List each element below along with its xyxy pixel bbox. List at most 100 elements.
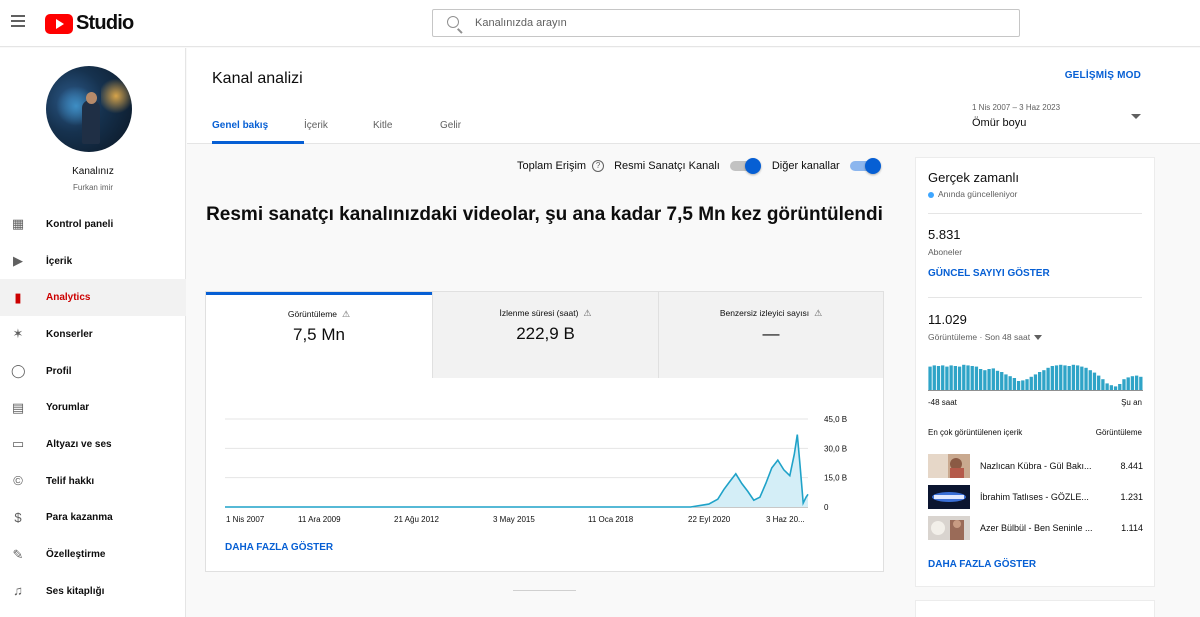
analytics-tabs: Genel bakış İçerik Kitle Gelir — [212, 120, 480, 144]
realtime-bar — [1105, 383, 1109, 390]
realtime-bar — [1139, 376, 1143, 390]
show-live-count-button[interactable]: GÜNCEL SAYIYI GÖSTER — [928, 268, 1050, 279]
analytics-header: Kanal analizi GELİŞMİŞ MOD Genel bakış İ… — [187, 48, 1200, 144]
other-channels-toggle[interactable] — [849, 158, 881, 174]
sidebar-item-subtitles[interactable]: ▭ Altyazı ve ses — [0, 426, 186, 463]
sidebar-item-label: Konserler — [46, 328, 93, 340]
search-box[interactable] — [432, 9, 1020, 37]
sidebar-item-customization[interactable]: ✎ Özelleştirme — [0, 536, 186, 573]
sidebar-item-label: Ses kitaplığı — [46, 585, 105, 597]
customization-icon: ✎ — [12, 546, 24, 562]
search-input[interactable] — [475, 13, 1005, 33]
divider — [928, 297, 1142, 298]
youtube-studio-logo[interactable]: Studio — [45, 12, 134, 35]
sidebar-item-content[interactable]: ▶ İçerik — [0, 243, 186, 280]
top-content-item[interactable]: İbrahim Tatlıses - GÖZLE... 1.231 — [928, 485, 1143, 509]
youtube-logo-icon — [45, 13, 73, 34]
realtime-bar — [1029, 376, 1033, 390]
realtime-bar — [949, 365, 953, 390]
realtime-bar — [1071, 364, 1076, 390]
realtime-bar — [1038, 372, 1042, 390]
divider — [513, 590, 576, 591]
content-icon: ▶ — [13, 253, 23, 269]
realtime-bar — [1097, 375, 1101, 390]
sidebar-nav: ▦ Kontrol paneli ▶ İçerik ▮ Analytics ✶ … — [0, 206, 186, 610]
sidebar-item-monetization[interactable]: $ Para kazanma — [0, 500, 186, 537]
tab-overview[interactable]: Genel bakış — [212, 120, 304, 144]
sidebar-item-label: Altyazı ve ses — [46, 438, 112, 450]
realtime-bar-chart[interactable] — [928, 360, 1143, 390]
copyright-icon: © — [13, 473, 23, 489]
realtime-bar — [966, 365, 970, 390]
views-chart[interactable]: 45,0 B 30,0 B 15,0 B 0 1 Nis 2007 11 Ara 2009… — [206, 402, 883, 532]
tab-audience[interactable]: Kitle — [373, 120, 440, 144]
metric-label: İzlenme süresi (saat) — [499, 308, 579, 318]
overview-card: Görüntüleme ⚠ 7,5 Mn İzlenme süresi (saat… — [205, 291, 884, 572]
metric-unique-viewers[interactable]: Benzersiz izleyici sayısı ⚠ — — [658, 292, 883, 378]
sidebar-item-label: Kontrol paneli — [46, 218, 114, 230]
official-artist-toggle[interactable] — [729, 158, 761, 174]
subscriber-label: Aboneler — [928, 247, 963, 257]
realtime-bar — [1092, 372, 1097, 390]
sidebar-item-label: Analytics — [46, 292, 91, 304]
realtime-bar — [974, 366, 979, 390]
sidebar-item-analytics[interactable]: ▮ Analytics — [0, 279, 186, 317]
sidebar-item-label: Özelleştirme — [46, 549, 106, 561]
show-more-top-content-button[interactable]: DAHA FAZLA GÖSTER — [928, 559, 1036, 570]
realtime-bar — [1084, 367, 1088, 390]
tab-revenue[interactable]: Gelir — [440, 120, 480, 144]
page-title: Kanal analizi — [212, 70, 303, 87]
bar-axis — [928, 390, 1143, 391]
realtime-bar — [1025, 379, 1029, 390]
top-bar: Studio — [0, 0, 1200, 47]
date-dropdown-icon[interactable] — [1131, 114, 1141, 119]
date-range-label[interactable]: Ömür boyu — [972, 117, 1026, 129]
sidebar-item-concerts[interactable]: ✶ Konserler — [0, 316, 186, 353]
metric-watch-time[interactable]: İzlenme süresi (saat) ⚠ 222,9 B — [432, 292, 658, 378]
date-range-text[interactable]: 1 Nis 2007 – 3 Haz 2023 — [972, 103, 1060, 112]
x-tick-label: 11 Oca 2018 — [588, 515, 634, 524]
realtime-bar — [1012, 378, 1017, 390]
sidebar-item-label: Telif hakkı — [46, 475, 95, 487]
realtime-bar — [983, 370, 987, 390]
realtime-bar — [1134, 375, 1139, 390]
top-content-item[interactable]: Nazlıcan Kübra - Gül Bakı... 8.441 — [928, 454, 1143, 478]
sidebar-item-profile[interactable]: ◯ Profil — [0, 353, 186, 390]
metric-value: 7,5 Mn — [293, 325, 345, 344]
realtime-views-dropdown[interactable]: Görüntüleme · Son 48 saat — [928, 332, 1043, 342]
metric-views[interactable]: Görüntüleme ⚠ 7,5 Mn — [206, 292, 432, 378]
realtime-bar — [945, 366, 949, 390]
live-dot-icon — [928, 191, 934, 198]
video-thumbnail — [928, 485, 970, 509]
sidebar-item-audio-library[interactable]: ♫ Ses kitaplığı — [0, 573, 186, 610]
sidebar-item-copyright[interactable]: © Telif hakkı — [0, 463, 186, 500]
warning-icon: ⚠ — [814, 308, 823, 318]
realtime-subtitle: Anında güncelleniyor — [928, 189, 1017, 199]
video-thumbnail — [928, 454, 970, 478]
channel-name: Furkan imir — [72, 183, 113, 192]
tab-content[interactable]: İçerik — [304, 120, 373, 144]
sidebar-item-comments[interactable]: ▤ Yorumlar — [0, 389, 186, 426]
realtime-bar — [1004, 374, 1008, 390]
sidebar-item-label: Para kazanma — [46, 512, 113, 524]
avatar[interactable] — [46, 66, 132, 152]
sidebar-item-dashboard[interactable]: ▦ Kontrol paneli — [0, 206, 186, 243]
warning-icon: ⚠ — [583, 308, 592, 318]
subtitles-icon: ▭ — [11, 436, 25, 452]
realtime-card: Gerçek zamanlı Anında güncelleniyor 5.83… — [915, 157, 1155, 587]
help-icon[interactable]: ? — [592, 160, 605, 172]
realtime-bar — [1042, 370, 1046, 390]
realtime-views-count: 11.029 — [928, 312, 967, 327]
advanced-mode-button[interactable]: GELİŞMİŞ MOD — [1065, 70, 1141, 81]
menu-icon[interactable] — [11, 15, 25, 27]
x-tick-label: 11 Ara 2009 — [298, 515, 341, 524]
metric-value: — — [762, 324, 780, 343]
divider — [928, 213, 1142, 214]
realtime-title: Gerçek zamanlı — [928, 170, 1020, 185]
top-content-item[interactable]: Azer Bülbül - Ben Seninle ... 1.114 — [928, 516, 1143, 540]
show-more-button[interactable]: DAHA FAZLA GÖSTER — [225, 542, 333, 553]
realtime-bar — [1088, 370, 1092, 390]
realtime-bar — [941, 365, 945, 390]
realtime-bar — [953, 366, 958, 390]
x-tick-label: 1 Nis 2007 — [226, 515, 265, 524]
